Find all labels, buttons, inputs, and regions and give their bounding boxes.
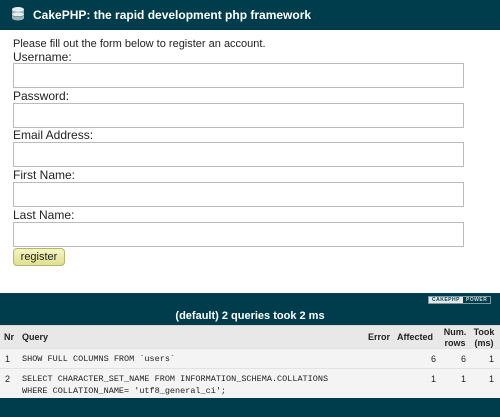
form-intro: Please fill out the form below to regist… [13, 38, 266, 50]
first-name-label: First Name: [13, 168, 76, 182]
register-button[interactable]: register [13, 248, 65, 266]
last-name-label: Last Name: [13, 208, 75, 222]
table-row: 2 SELECT CHARACTER_SET_NAME FROM INFORMA… [0, 368, 500, 398]
column-header-num-rows: Num. rows [443, 327, 467, 349]
row-nr: 1 [5, 354, 11, 364]
sql-log-banner: CAKEPHP POWER (default) 2 queries took 2… [0, 293, 500, 325]
app-header: CakePHP: the rapid development php frame… [0, 0, 500, 30]
took-line1: Took [473, 327, 495, 337]
row-nr: 2 [5, 374, 11, 384]
password-label: Password: [13, 89, 70, 103]
footer-bar [0, 398, 500, 417]
row-affected: 1 [430, 374, 436, 384]
power-badge-part2: POWER [462, 297, 491, 303]
page-title: CakePHP: the rapid development php frame… [33, 8, 312, 22]
column-header-took: Took (ms) [471, 327, 497, 349]
row-query: SHOW FULL COLUMNS FROM `users` [22, 354, 176, 364]
row-affected: 6 [430, 354, 436, 364]
password-field[interactable] [13, 103, 464, 128]
row-took: 1 [488, 354, 494, 364]
cakephp-logo-icon [12, 7, 24, 21]
username-label: Username: [13, 50, 72, 64]
column-header-query: Query [22, 332, 49, 342]
num-rows-line1: Num. [443, 327, 467, 337]
row-query-line: SELECT CHARACTER_SET_NAME FROM INFORMATI… [22, 374, 329, 384]
row-query: SELECT CHARACTER_SET_NAME FROM INFORMATI… [22, 373, 328, 397]
column-header-nr: Nr [4, 332, 15, 342]
column-header-error: Error [368, 332, 391, 342]
column-header-affected: Affected [397, 332, 434, 342]
row-query-line: WHERE COLLATION_NAME= 'utf8_general_ci'; [22, 386, 227, 396]
row-num-rows: 6 [460, 354, 466, 364]
table-row: 1 SHOW FULL COLUMNS FROM `users` 6 6 1 [0, 348, 500, 368]
email-label: Email Address: [13, 128, 94, 142]
row-took: 1 [488, 374, 494, 384]
row-num-rows: 1 [460, 374, 466, 384]
last-name-field[interactable] [13, 222, 464, 247]
username-field[interactable] [13, 63, 464, 88]
first-name-field[interactable] [13, 182, 464, 207]
cakephp-power-badge: CAKEPHP POWER [428, 296, 492, 304]
sql-table-header: Nr Query Error Affected Num. rows Took (… [0, 325, 500, 348]
email-field[interactable] [13, 142, 464, 167]
power-badge-part1: CAKEPHP [429, 297, 463, 303]
sql-log-caption: (default) 2 queries took 2 ms [175, 310, 325, 322]
